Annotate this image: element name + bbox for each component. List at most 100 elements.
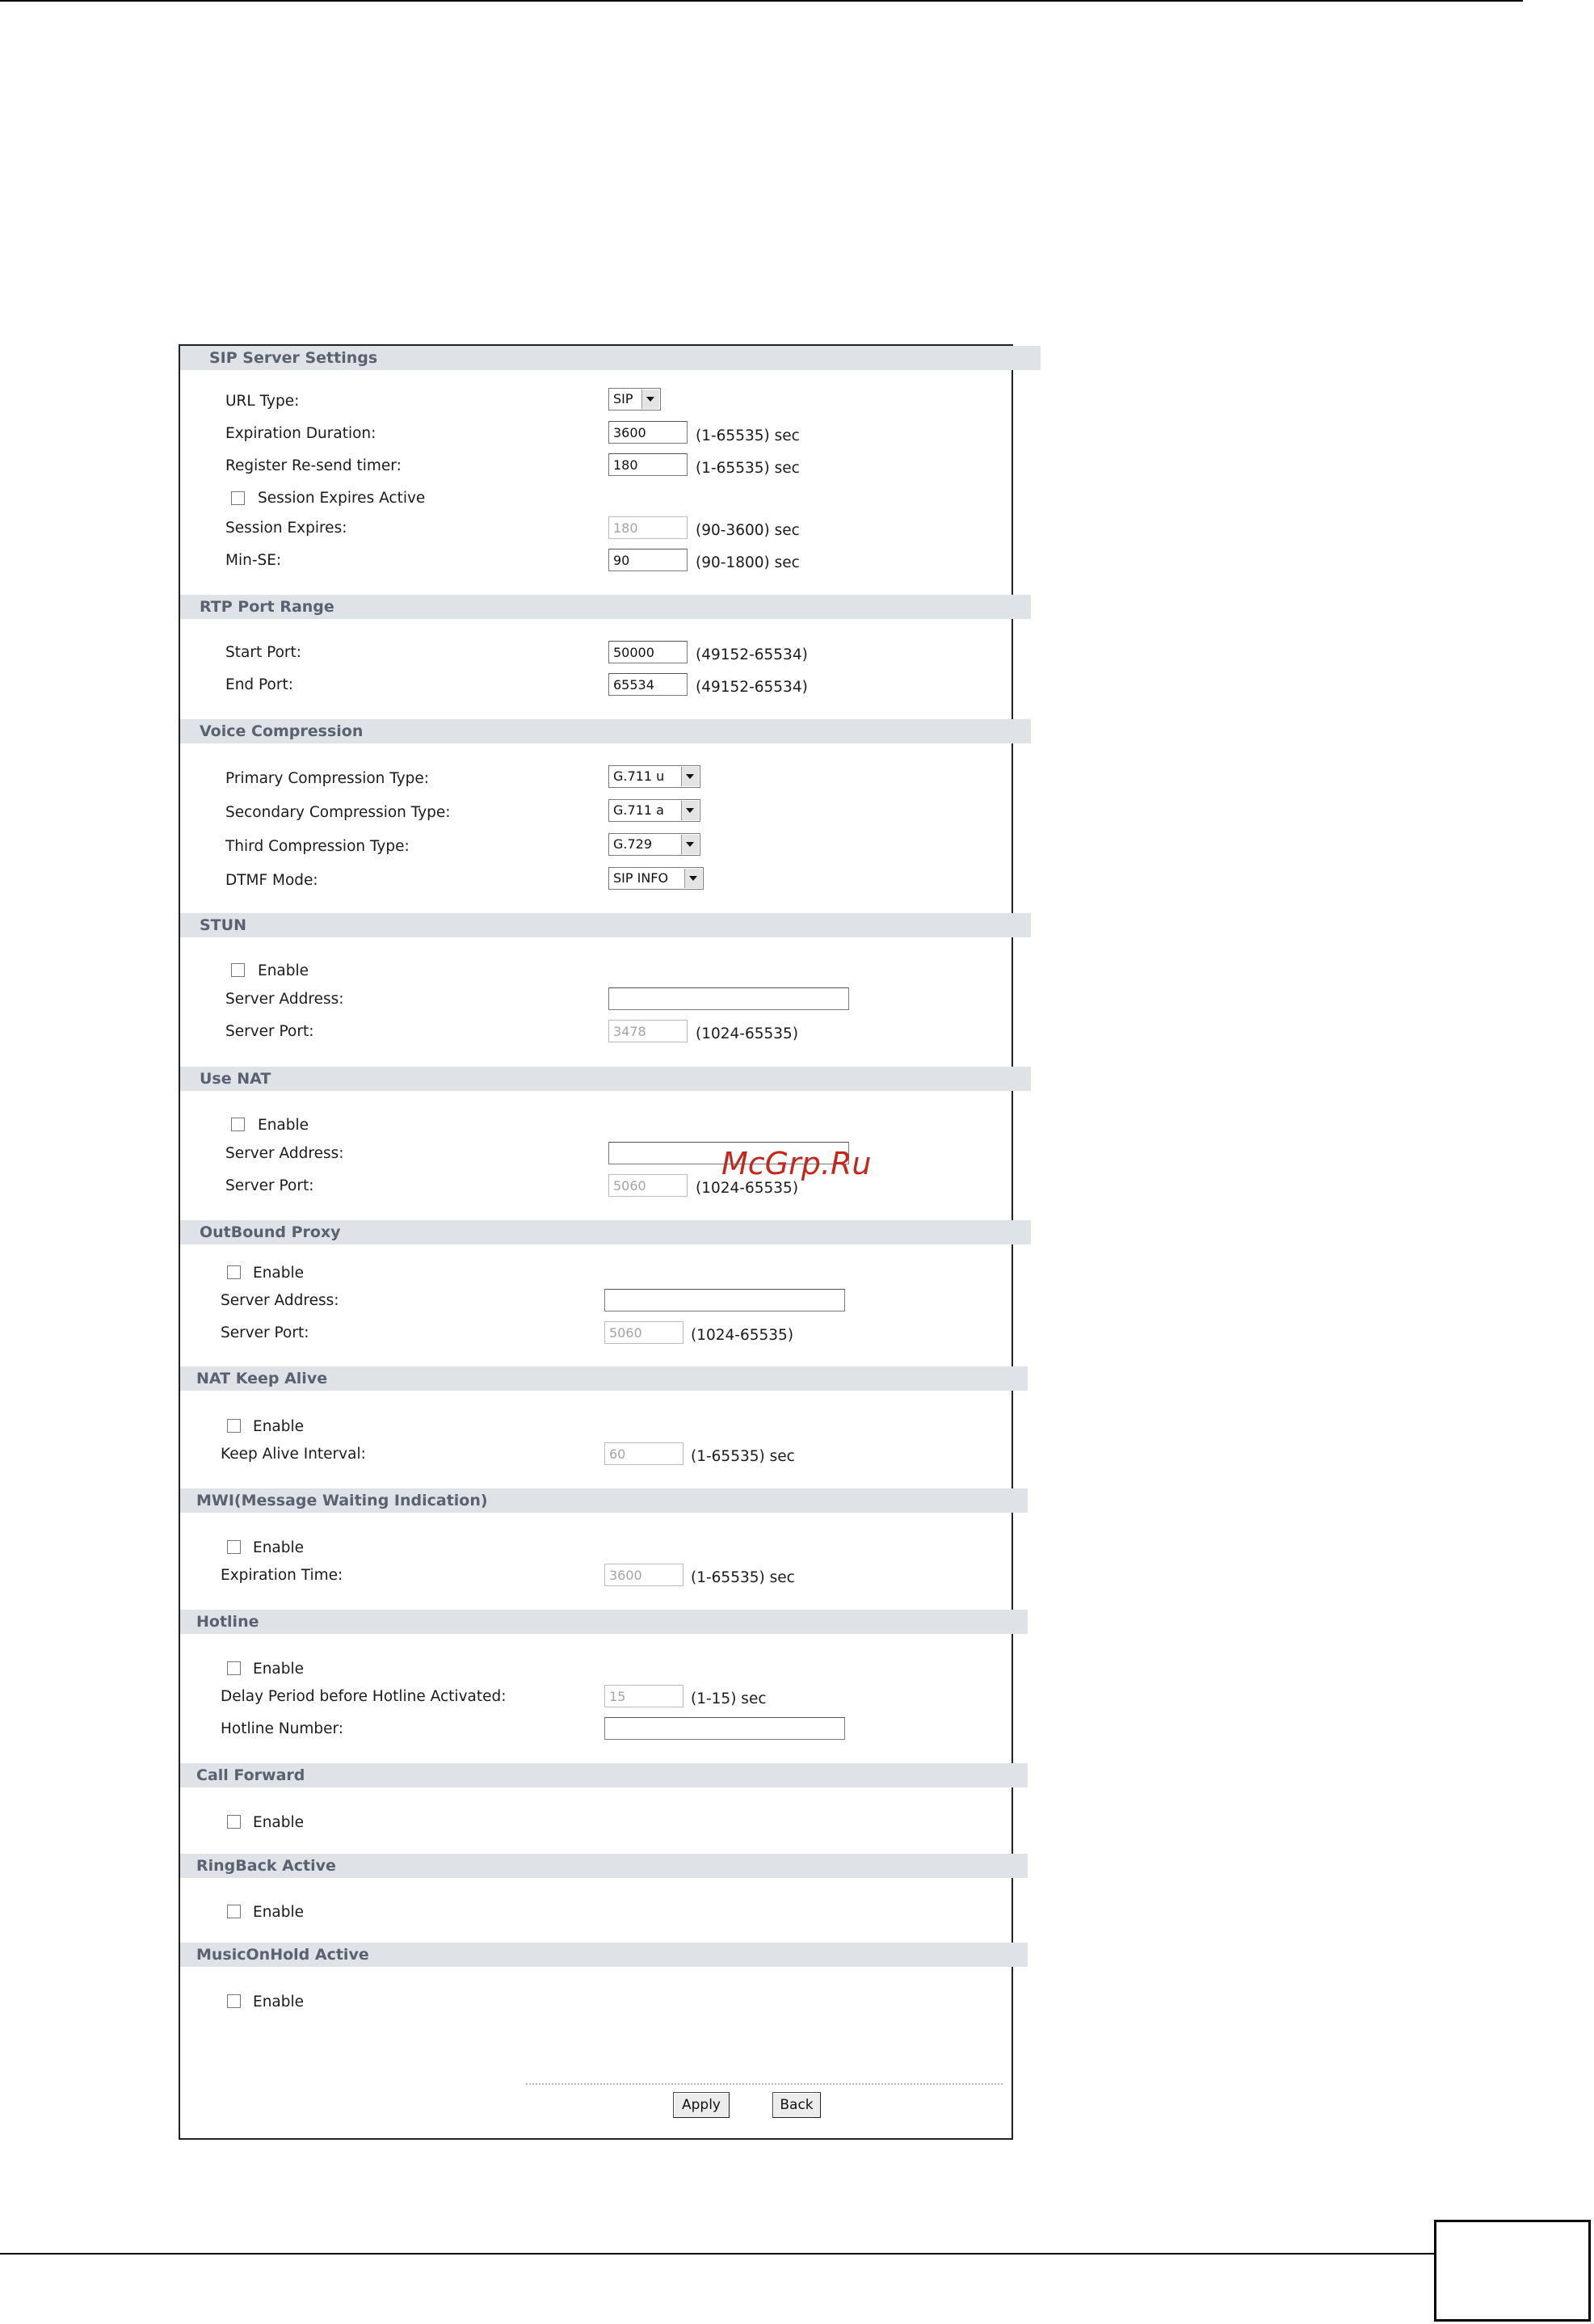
primary-compression-value: G.711 u: [613, 768, 665, 784]
stun-server-address-label: Server Address:: [225, 991, 344, 1008]
session-expires-hint: (90-3600) sec: [696, 522, 800, 539]
ringback-enable-label: Enable: [253, 1904, 305, 1921]
section-header-music-on-hold: MusicOnHold Active: [180, 1943, 1028, 1967]
register-resend-label: Register Re-send timer:: [225, 457, 402, 474]
keepalive-enable-label: Enable: [253, 1418, 305, 1435]
keepalive-enable-checkbox[interactable]: [227, 1419, 241, 1433]
proxy-server-address-label: Server Address:: [221, 1292, 339, 1309]
dtmf-mode-label: DTMF Mode:: [225, 872, 318, 889]
primary-compression-select[interactable]: G.711 u: [608, 765, 700, 788]
stun-server-address-input[interactable]: [608, 987, 849, 1010]
register-resend-hint: (1-65535) sec: [696, 460, 800, 477]
nat-enable-checkbox[interactable]: [231, 1118, 245, 1131]
section-header-outbound-proxy: OutBound Proxy: [180, 1220, 1031, 1244]
call-forward-enable-checkbox[interactable]: [227, 1815, 241, 1829]
session-expires-label: Session Expires:: [225, 520, 347, 537]
section-header-call-forward: Call Forward: [180, 1763, 1028, 1787]
register-resend-input[interactable]: [608, 453, 688, 476]
end-port-label: End Port:: [225, 676, 293, 693]
secondary-compression-select[interactable]: G.711 a: [608, 799, 700, 822]
url-type-select[interactable]: SIP: [608, 388, 661, 410]
mwi-expiration-label: Expiration Time:: [221, 1567, 343, 1584]
sip-settings-panel: SIP Server Settings URL Type: SIP Expira…: [179, 344, 1041, 2140]
stun-server-port-label: Server Port:: [225, 1023, 314, 1040]
section-header-voice: Voice Compression: [180, 719, 1031, 743]
hotline-enable-checkbox[interactable]: [227, 1661, 241, 1675]
page-number-box: [1434, 2220, 1591, 2322]
section-header-mwi: MWI(Message Waiting Indication): [180, 1488, 1028, 1513]
keepalive-interval-hint: (1-65535) sec: [691, 1448, 795, 1465]
bottom-rule: [0, 2253, 1434, 2255]
session-expires-input[interactable]: [608, 516, 688, 539]
dtmf-mode-value: SIP INFO: [613, 870, 669, 886]
nat-server-address-label: Server Address:: [225, 1145, 344, 1162]
session-expires-active-label: Session Expires Active: [258, 490, 426, 507]
expiration-duration-input[interactable]: [608, 421, 688, 444]
mwi-enable-checkbox[interactable]: [227, 1540, 241, 1554]
section-header-ringback: RingBack Active: [180, 1854, 1028, 1878]
hotline-enable-label: Enable: [253, 1661, 305, 1678]
min-se-input[interactable]: [608, 549, 688, 571]
third-compression-select[interactable]: G.729: [608, 833, 700, 856]
section-header-hotline: Hotline: [180, 1610, 1028, 1634]
keepalive-interval-input[interactable]: [604, 1442, 683, 1465]
nat-server-port-label: Server Port:: [225, 1177, 314, 1194]
section-header-stun: STUN: [180, 913, 1031, 937]
nat-server-port-input[interactable]: [608, 1174, 688, 1197]
chevron-down-icon: [684, 869, 702, 888]
secondary-compression-value: G.711 a: [613, 802, 664, 818]
chevron-down-icon: [681, 801, 699, 820]
url-type-value: SIP: [613, 391, 633, 406]
top-rule: [0, 0, 1523, 2]
section-header-rtp: RTP Port Range: [180, 595, 1031, 619]
call-forward-enable-label: Enable: [253, 1814, 305, 1831]
third-compression-label: Third Compression Type:: [225, 838, 410, 855]
hotline-delay-input[interactable]: [604, 1685, 683, 1707]
back-button[interactable]: Back: [772, 2092, 821, 2118]
proxy-server-address-input[interactable]: [604, 1289, 845, 1311]
proxy-server-port-input[interactable]: [604, 1321, 683, 1344]
mwi-expiration-input[interactable]: [604, 1564, 683, 1586]
start-port-label: Start Port:: [225, 644, 301, 661]
mwi-enable-label: Enable: [253, 1539, 305, 1556]
music-enable-label: Enable: [253, 1994, 305, 2010]
primary-compression-label: Primary Compression Type:: [225, 770, 430, 787]
keepalive-interval-label: Keep Alive Interval:: [221, 1446, 366, 1463]
chevron-down-icon: [641, 389, 659, 409]
proxy-server-port-hint: (1024-65535): [691, 1327, 794, 1344]
end-port-input[interactable]: [608, 673, 688, 696]
secondary-compression-label: Secondary Compression Type:: [225, 804, 451, 821]
stun-enable-label: Enable: [258, 962, 309, 979]
hotline-delay-label: Delay Period before Hotline Activated:: [221, 1688, 507, 1705]
end-port-hint: (49152-65534): [696, 679, 808, 696]
proxy-enable-label: Enable: [253, 1265, 305, 1282]
chevron-down-icon: [681, 835, 699, 854]
expiration-duration-label: Expiration Duration:: [225, 425, 376, 442]
session-expires-active-checkbox[interactable]: [231, 491, 245, 505]
expiration-duration-hint: (1-65535) sec: [696, 427, 800, 444]
stun-server-port-hint: (1024-65535): [696, 1025, 799, 1042]
proxy-server-port-label: Server Port:: [221, 1324, 309, 1341]
hotline-number-input[interactable]: [604, 1717, 845, 1740]
dtmf-mode-select[interactable]: SIP INFO: [608, 867, 704, 890]
nat-server-port-hint: (1024-65535): [696, 1180, 799, 1197]
ringback-enable-checkbox[interactable]: [227, 1905, 241, 1918]
section-header-sip-server: SIP Server Settings: [180, 346, 1041, 370]
watermark-text: McGrp.Ru: [721, 1146, 872, 1181]
apply-button[interactable]: Apply: [673, 2092, 730, 2118]
music-enable-checkbox[interactable]: [227, 1994, 241, 2008]
chevron-down-icon: [681, 767, 699, 786]
proxy-enable-checkbox[interactable]: [227, 1265, 241, 1279]
nat-enable-label: Enable: [258, 1117, 309, 1134]
stun-enable-checkbox[interactable]: [231, 963, 245, 977]
stun-server-port-input[interactable]: [608, 1020, 688, 1042]
section-header-nat-keep-alive: NAT Keep Alive: [180, 1366, 1028, 1391]
hotline-delay-hint: (1-15) sec: [691, 1690, 767, 1707]
third-compression-value: G.729: [613, 836, 653, 852]
mwi-expiration-hint: (1-65535) sec: [691, 1569, 795, 1586]
min-se-label: Min-SE:: [225, 552, 282, 569]
url-type-label: URL Type:: [225, 393, 300, 410]
start-port-input[interactable]: [608, 641, 688, 663]
button-divider: [526, 2083, 1003, 2085]
min-se-hint: (90-1800) sec: [696, 554, 800, 571]
